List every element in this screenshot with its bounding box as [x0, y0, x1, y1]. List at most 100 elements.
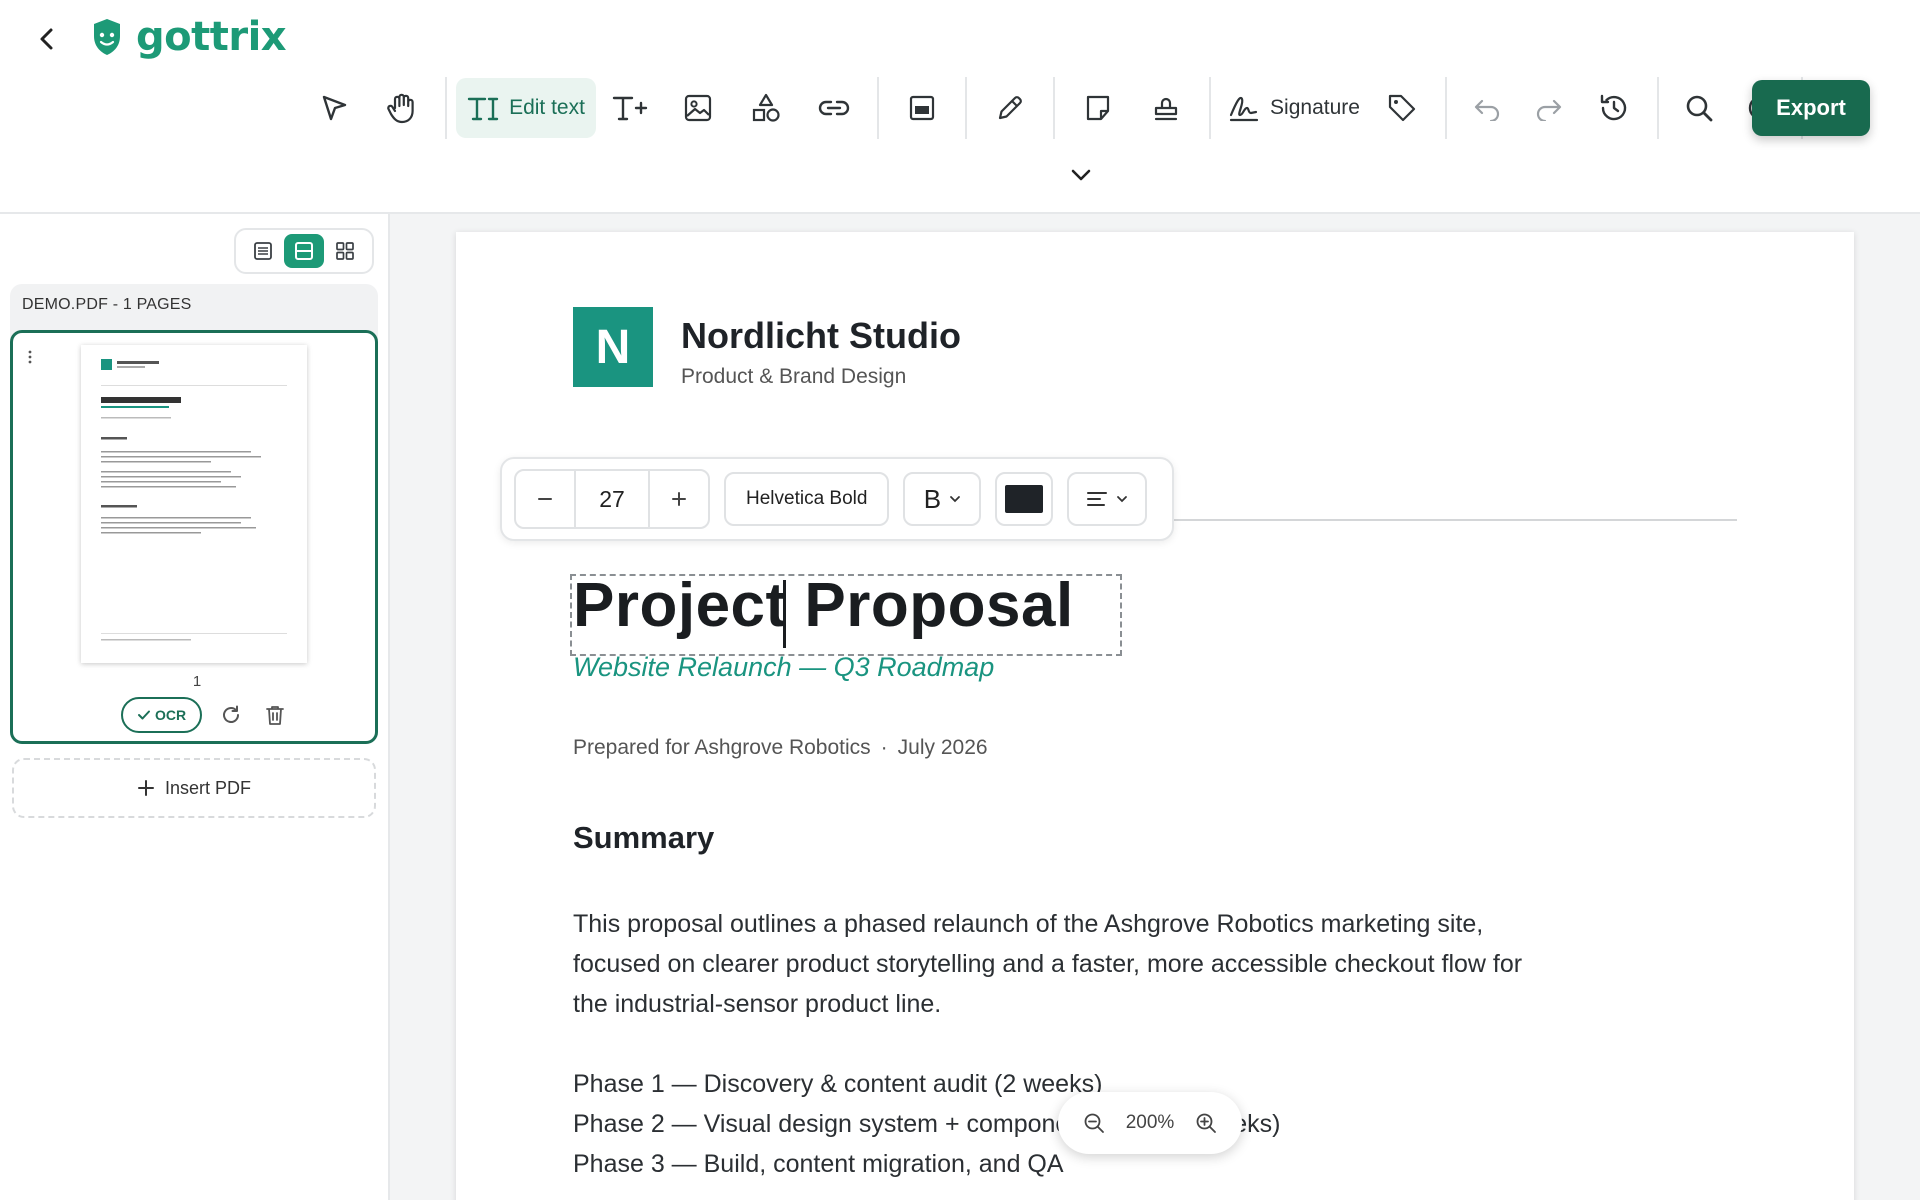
- grid-view-button[interactable]: [325, 234, 365, 268]
- redact-box-icon: [909, 95, 935, 121]
- redact-tool-button[interactable]: [894, 78, 950, 138]
- rotate-page-button[interactable]: [216, 700, 246, 730]
- brand-logo-mark: N: [573, 307, 653, 387]
- add-text-tool-button[interactable]: [602, 78, 658, 138]
- bold-label: B: [923, 483, 942, 514]
- page-number: 1: [192, 673, 202, 690]
- history-button[interactable]: [1586, 78, 1642, 138]
- select-tool-button[interactable]: [306, 78, 362, 138]
- pages-sidebar: DEMO.PDF - 1 PAGES 1 OCR Insert PDF: [0, 214, 390, 1200]
- text-align-select[interactable]: [1067, 472, 1148, 526]
- font-size-increase-button[interactable]: [650, 471, 708, 527]
- brand-name[interactable]: Nordlicht Studio: [681, 315, 961, 357]
- ocr-button[interactable]: OCR: [121, 697, 203, 733]
- file-label: DEMO.PDF - 1 PAGES: [22, 296, 192, 313]
- delete-page-button[interactable]: [260, 700, 290, 730]
- toolbar-divider: [1445, 77, 1447, 139]
- back-button[interactable]: [30, 22, 64, 56]
- undo-icon: [1474, 99, 1500, 121]
- list-view-button[interactable]: [243, 234, 283, 268]
- edit-text-tool-button[interactable]: Edit text: [456, 78, 596, 138]
- page-preview-image: [101, 359, 287, 641]
- view-mode-toggle: [234, 228, 374, 274]
- title-part-1: Project: [573, 571, 805, 640]
- align-left-icon: [1087, 492, 1108, 506]
- font-family-select[interactable]: Helvetica Bold: [724, 472, 890, 526]
- tag-icon: [1388, 94, 1416, 122]
- font-size-stepper: 27: [514, 469, 710, 529]
- meta-prepared-for: Prepared for Ashgrove Robotics: [573, 736, 871, 759]
- summary-paragraph[interactable]: This proposal outlines a phased relaunch…: [573, 904, 1533, 1024]
- redo-button[interactable]: [1524, 78, 1574, 138]
- stamp-tool-button[interactable]: [1138, 78, 1194, 138]
- toolbar-divider: [1053, 77, 1055, 139]
- history-icon: [1600, 94, 1627, 121]
- draw-tool-button[interactable]: [982, 78, 1038, 138]
- text-color-swatch: [1005, 485, 1044, 513]
- app-name: gottrix: [136, 14, 287, 60]
- page-thumbnail-card[interactable]: 1 OCR: [10, 330, 378, 744]
- toolbar-divider: [445, 77, 447, 139]
- chevron-down-icon: [950, 496, 961, 503]
- edit-text-label: Edit text: [509, 96, 585, 119]
- text-color-picker[interactable]: [995, 472, 1054, 526]
- app-logo[interactable]: gottrix: [92, 12, 287, 62]
- insert-pdf-label: Insert PDF: [164, 777, 252, 798]
- font-size-decrease-button[interactable]: [516, 471, 574, 527]
- toolbar-divider: [965, 77, 967, 139]
- insert-pdf-button[interactable]: Insert PDF: [12, 758, 376, 818]
- note-tool-button[interactable]: [1070, 78, 1126, 138]
- tag-tool-button[interactable]: [1374, 78, 1430, 138]
- toolbar-divider: [1209, 77, 1211, 139]
- search-button[interactable]: [1674, 78, 1724, 138]
- link-icon: [818, 100, 850, 116]
- checkmark-icon: [138, 710, 150, 720]
- chevron-down-icon: [1071, 169, 1091, 181]
- link-tool-button[interactable]: [806, 78, 862, 138]
- single-view-button[interactable]: [283, 234, 324, 268]
- cursor-arrow-icon: [322, 95, 347, 121]
- shapes-tool-button[interactable]: [738, 78, 794, 138]
- zoom-in-button[interactable]: [1191, 1108, 1221, 1138]
- toolbar-divider: [1657, 77, 1659, 139]
- font-size-value[interactable]: 27: [574, 471, 650, 527]
- chevron-down-icon: [1117, 496, 1128, 503]
- single-page-view-icon: [294, 242, 313, 260]
- title-part-2: Proposal: [804, 571, 1074, 640]
- main-toolbar: Edit text Signature: [300, 75, 1812, 141]
- signature-tool-button[interactable]: Signature: [1220, 78, 1368, 138]
- search-icon: [1686, 95, 1713, 122]
- plus-icon: [137, 780, 154, 796]
- note-icon: [1086, 95, 1110, 121]
- trash-icon: [266, 706, 285, 725]
- document-subtitle[interactable]: Website Relaunch — Q3 Roadmap: [573, 652, 994, 683]
- zoom-out-button[interactable]: [1079, 1108, 1109, 1138]
- text-edit-icon: [467, 97, 499, 121]
- toolbar-divider: [877, 77, 879, 139]
- page-menu-button[interactable]: [27, 349, 33, 365]
- font-style-select[interactable]: B: [903, 472, 982, 526]
- zoom-in-icon: [1197, 1113, 1217, 1133]
- brand-tagline[interactable]: Product & Brand Design: [681, 365, 906, 389]
- document-page[interactable]: N Nordlicht Studio Product & Brand Desig…: [456, 232, 1854, 1200]
- signature-icon: [1229, 96, 1259, 122]
- section-heading[interactable]: Summary: [573, 820, 714, 856]
- chevron-left-icon: [40, 28, 53, 50]
- page-thumbnail[interactable]: [81, 345, 307, 663]
- text-plus-icon: [612, 96, 648, 121]
- zoom-level: 200%: [1125, 1112, 1175, 1133]
- pan-tool-button[interactable]: [374, 78, 430, 138]
- toolbar-expand-button[interactable]: [1066, 160, 1096, 190]
- document-meta[interactable]: Prepared for Ashgrove Robotics · July 2026: [573, 736, 988, 760]
- app-header: gottrix Edit text Signature Export: [0, 0, 1920, 214]
- shield-logo-icon: [94, 19, 120, 55]
- image-icon: [684, 94, 712, 122]
- pencil-icon: [998, 96, 1022, 120]
- undo-button[interactable]: [1462, 78, 1512, 138]
- meta-date: July 2026: [897, 736, 988, 759]
- image-tool-button[interactable]: [670, 78, 726, 138]
- export-button[interactable]: Export: [1752, 80, 1870, 136]
- list-view-icon: [253, 242, 272, 260]
- ocr-label: OCR: [155, 707, 187, 723]
- document-title[interactable]: Project Proposal: [573, 570, 1074, 641]
